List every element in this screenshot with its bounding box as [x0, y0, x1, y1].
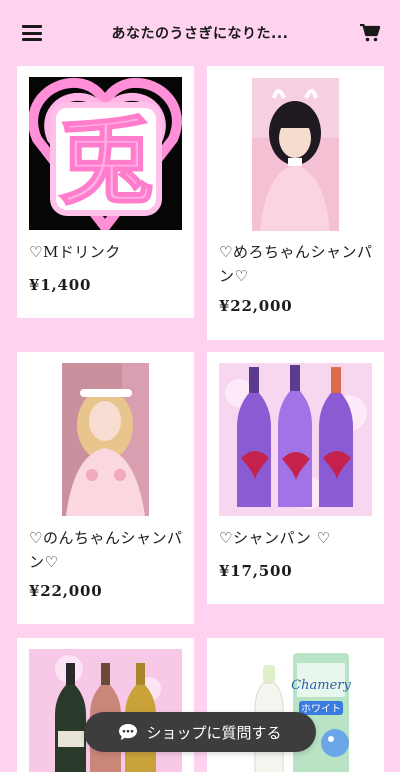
product-price: ¥22,000 — [29, 582, 103, 600]
product-image-chamery-bottle[interactable]: Chamery ホワイト — [247, 649, 357, 772]
product-card-mero-champagne[interactable]: ♡めろちゃんシャンパン♡ ¥22,000 — [207, 66, 384, 340]
product-card-m-drink[interactable]: 兎 ♡Mドリンク ¥1,400 — [17, 66, 194, 318]
hamburger-menu-icon[interactable] — [22, 25, 42, 41]
product-image-purple-bottles[interactable] — [219, 363, 372, 516]
ask-shop-button[interactable]: ショップに質問する — [84, 712, 316, 752]
product-name[interactable]: ♡Mドリンク — [29, 240, 184, 264]
product-price: ¥1,400 — [29, 276, 92, 294]
product-image-champagne-trio[interactable] — [29, 649, 182, 772]
product-price: ¥22,000 — [219, 297, 293, 315]
product-name[interactable]: ♡シャンパン ♡ — [219, 526, 374, 550]
ask-shop-label: ショップに質問する — [146, 723, 282, 742]
shop-title: あなたのうさぎになりた... — [111, 26, 289, 42]
product-image-mero-portrait[interactable] — [252, 78, 339, 231]
chamery-brand-text: Chamery — [291, 678, 351, 693]
product-price: ¥17,500 — [219, 562, 293, 580]
app-header: あなたのうさぎになりた... — [0, 0, 400, 62]
product-image-usagi-logo[interactable]: 兎 — [29, 77, 182, 230]
white-label-text: ホワイト — [301, 703, 341, 715]
product-name[interactable]: ♡めろちゃんシャンパン♡ — [219, 240, 374, 288]
chat-bubble-icon — [119, 724, 138, 740]
product-image-non-portrait[interactable] — [62, 363, 149, 516]
product-card-champagne[interactable]: ♡シャンパン ♡ ¥17,500 — [207, 352, 384, 604]
product-name[interactable]: ♡のんちゃんシャンパン♡ — [29, 526, 184, 574]
logo-kanji: 兎 — [58, 106, 154, 218]
product-card-non-champagne[interactable]: ♡のんちゃんシャンパン♡ ¥22,000 — [17, 352, 194, 624]
cart-icon[interactable] — [360, 24, 380, 42]
